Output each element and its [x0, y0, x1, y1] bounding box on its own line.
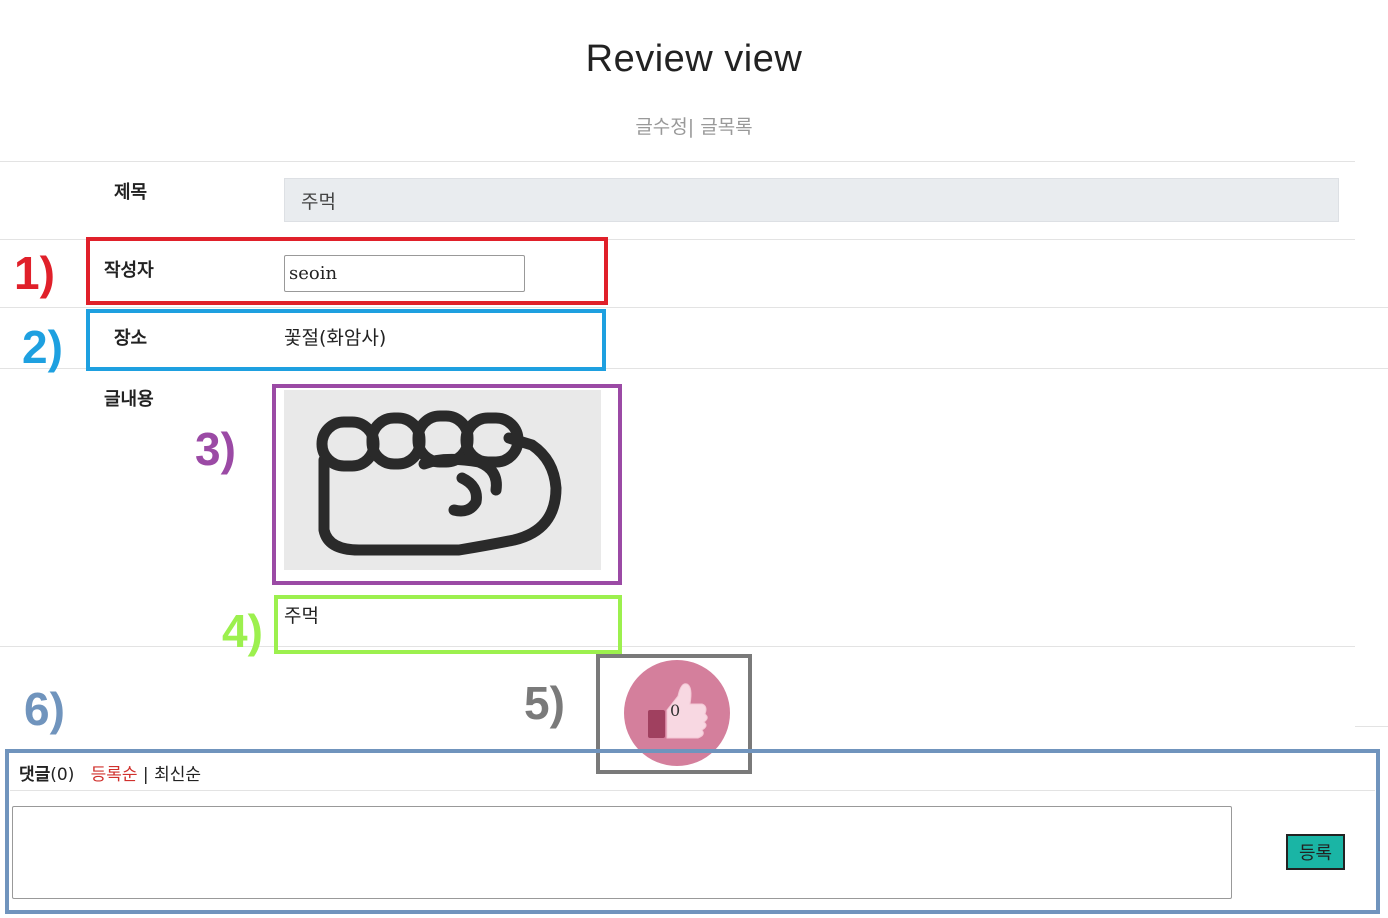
- annotation-box-3: [272, 384, 622, 585]
- annotation-label-3: 3): [195, 423, 236, 475]
- annotation-label-1: 1): [14, 247, 55, 299]
- divider: [0, 307, 1388, 308]
- title-field[interactable]: 주먹: [284, 178, 1339, 222]
- annotation-label-2: 2): [22, 321, 63, 373]
- divider: [1355, 726, 1388, 727]
- annotation-label-4: 4): [222, 605, 263, 657]
- annotation-box-2: [86, 309, 606, 371]
- content-label: 글내용: [104, 389, 154, 410]
- annotation-box-6: [5, 749, 1380, 914]
- post-list-link[interactable]: 글목록: [700, 116, 752, 138]
- title-label: 제목: [114, 182, 148, 203]
- edit-post-link[interactable]: 글수정: [635, 116, 687, 138]
- divider: [0, 161, 1355, 162]
- annotation-label-5: 5): [524, 677, 565, 729]
- annotation-box-4: [274, 595, 622, 654]
- link-separator: |: [687, 116, 695, 138]
- page-title: Review view: [585, 38, 803, 80]
- divider: [0, 646, 1355, 647]
- header-links: 글수정| 글목록: [0, 112, 1388, 139]
- annotation-label-6: 6): [24, 683, 65, 735]
- annotation-box-1: [86, 237, 608, 305]
